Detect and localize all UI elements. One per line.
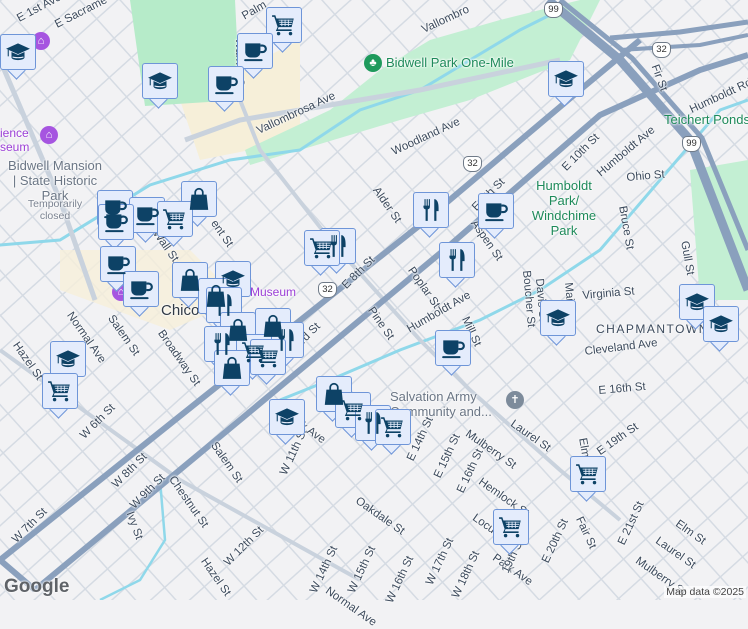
restaurant-marker[interactable] [413, 192, 449, 238]
graduation-cap-icon [553, 66, 579, 92]
shopping-bag-icon [219, 355, 245, 381]
shopping-cart-icon [309, 235, 335, 261]
school-marker[interactable] [142, 63, 178, 109]
school-marker[interactable] [269, 399, 305, 445]
temporarily-closed-label: Temporarily closed [27, 198, 83, 222]
grocery-marker[interactable] [250, 339, 286, 385]
school-marker[interactable] [548, 61, 584, 107]
graduation-cap-icon [5, 39, 31, 65]
shopping-cart-icon [498, 514, 524, 540]
park-label-bidwell[interactable]: Bidwell Park One-Mile [386, 55, 514, 70]
coffee-cup-icon [128, 276, 154, 302]
graduation-cap-icon [55, 346, 81, 372]
park-tree-icon[interactable]: ♣ [364, 54, 382, 72]
grocery-marker[interactable] [42, 373, 78, 419]
coffee-cup-icon [105, 251, 131, 277]
graduation-cap-icon [684, 289, 710, 315]
park-label-teichert[interactable]: Teichert Ponds [664, 112, 748, 127]
science-museum-label[interactable]: ience seum [0, 126, 29, 154]
fork-knife-icon [418, 197, 444, 223]
graduation-cap-icon [708, 311, 734, 337]
shopping-cart-icon [271, 12, 297, 38]
grocery-marker[interactable] [304, 230, 340, 276]
graduation-cap-icon [147, 68, 173, 94]
coffee-cup-icon [242, 38, 268, 64]
school-marker[interactable] [0, 34, 36, 80]
coffee-cup-icon [440, 335, 466, 361]
route-32-shield: 32 [463, 156, 482, 172]
shopping-cart-icon [255, 344, 281, 370]
shopping-cart-icon [575, 461, 601, 487]
graduation-cap-icon [274, 404, 300, 430]
restaurant-marker[interactable] [439, 242, 475, 288]
google-logo: Google [4, 576, 70, 597]
grocery-marker[interactable] [493, 509, 529, 555]
route-32-shield: 32 [318, 282, 337, 298]
route-32-shield: 32 [652, 42, 671, 58]
cafe-marker[interactable] [478, 193, 514, 239]
grocery-marker[interactable] [375, 409, 411, 455]
cafe-marker[interactable] [208, 66, 244, 112]
fork-knife-icon [444, 247, 470, 273]
shopping-cart-icon [162, 206, 188, 232]
shopping-bag-icon [177, 267, 203, 293]
shopping-marker[interactable] [214, 350, 250, 396]
grocery-marker[interactable] [157, 201, 193, 247]
grocery-marker[interactable] [570, 456, 606, 502]
route-99-shield: 99 [544, 2, 563, 18]
cafe-marker[interactable] [98, 204, 134, 250]
museum-label[interactable]: Museum [250, 285, 296, 299]
fork-knife-icon [211, 292, 237, 318]
park-label-humboldt[interactable]: Humboldt Park/ Windchime Park [528, 178, 600, 238]
shopping-bag-icon [186, 186, 212, 212]
bidwell-mansion-label[interactable]: Bidwell Mansion | State Historic Park [5, 158, 105, 203]
fork-knife-icon [209, 331, 235, 357]
map-attribution[interactable]: Map data ©2025 [664, 586, 746, 598]
coffee-cup-icon [213, 71, 239, 97]
coffee-cup-icon [483, 198, 509, 224]
school-marker[interactable] [703, 306, 739, 352]
cafe-marker[interactable] [435, 330, 471, 376]
graduation-cap-icon [545, 305, 571, 331]
school-marker[interactable] [540, 300, 576, 346]
coffee-cup-icon [134, 202, 160, 228]
shopping-cart-icon [380, 414, 406, 440]
coffee-cup-icon [103, 209, 129, 235]
cafe-marker[interactable] [123, 271, 159, 317]
church-icon[interactable]: ✝ [506, 391, 524, 409]
route-99-shield: 99 [682, 136, 701, 152]
museum-icon[interactable]: ⌂ [40, 126, 58, 144]
shopping-cart-icon [47, 378, 73, 404]
